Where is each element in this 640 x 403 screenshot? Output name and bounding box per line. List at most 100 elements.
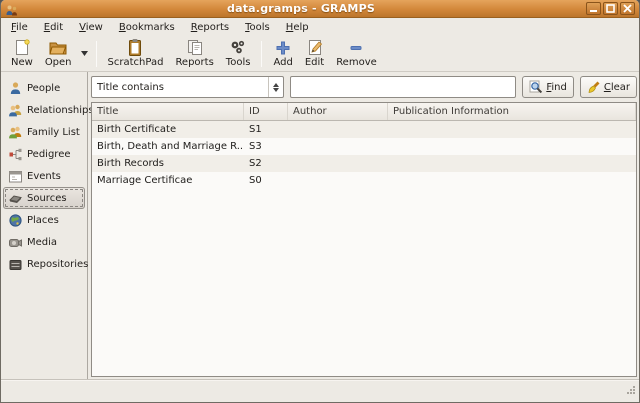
gears-icon — [228, 38, 248, 57]
sidebar-label: Repositories — [27, 259, 88, 270]
find-icon — [529, 80, 543, 94]
sidebar-label: Pedigree — [27, 149, 71, 160]
gramps-app-icon — [5, 2, 18, 15]
sidebar-item-events[interactable]: Events — [3, 165, 85, 187]
sidebar-item-people[interactable]: People — [3, 77, 85, 99]
plus-icon — [275, 38, 291, 57]
resize-grip-icon — [625, 384, 636, 395]
two-people-icon — [8, 103, 23, 118]
sidebar-item-relationships[interactable]: Relationships — [3, 99, 85, 121]
column-header-id[interactable]: ID — [244, 103, 288, 120]
chevron-down-icon — [81, 51, 88, 56]
new-document-icon — [12, 38, 32, 57]
clear-broom-icon — [587, 80, 601, 94]
globe-icon — [8, 213, 23, 228]
sources-table: Title ID Author Publication Information … — [91, 102, 637, 377]
combo-spinner[interactable] — [268, 77, 283, 97]
filter-bar: Title contains Find — [91, 76, 637, 98]
table-header: Title ID Author Publication Information — [92, 103, 636, 121]
edit-pencil-icon — [306, 38, 324, 57]
sidebar-item-media[interactable]: Media — [3, 231, 85, 253]
pedigree-tree-icon — [8, 147, 23, 162]
menubar: File Edit View Bookmarks Reports Tools H… — [1, 18, 639, 37]
cell-title: Birth Records — [92, 155, 244, 172]
cell-author — [288, 172, 388, 189]
tools-button[interactable]: Tools — [220, 38, 257, 70]
filter-select-value: Title contains — [92, 77, 268, 97]
sidebar-label: Places — [27, 215, 59, 226]
cell-title: Birth, Death and Marriage R... — [92, 138, 244, 155]
minimize-button[interactable] — [586, 2, 601, 15]
sidebar-label: People — [27, 83, 60, 94]
resize-grip[interactable] — [625, 380, 636, 399]
menu-reports[interactable]: Reports — [183, 18, 237, 37]
menu-bookmarks[interactable]: Bookmarks — [111, 18, 183, 37]
maximize-button[interactable] — [603, 2, 618, 15]
toolbar-separator — [261, 41, 262, 67]
open-menu-button[interactable] — [78, 39, 91, 69]
cell-publication — [388, 138, 636, 155]
clear-button[interactable]: Clear — [580, 76, 637, 98]
close-icon — [623, 4, 632, 13]
spin-down-icon — [273, 88, 279, 92]
cell-title: Birth Certificate — [92, 121, 244, 138]
sidebar-item-family-list[interactable]: Family List — [3, 121, 85, 143]
sidebar: People Relationships Family List Pedigre… — [1, 72, 88, 379]
table-row[interactable]: Birth Records S2 — [92, 155, 636, 172]
open-button[interactable]: Open — [39, 38, 78, 70]
menu-tools[interactable]: Tools — [237, 18, 278, 37]
person-icon — [8, 81, 23, 96]
filter-select[interactable]: Title contains — [91, 76, 284, 98]
statusbar — [1, 379, 639, 402]
sidebar-item-places[interactable]: Places — [3, 209, 85, 231]
content-pane: Title contains Find — [88, 72, 639, 379]
cell-author — [288, 155, 388, 172]
cell-id: S2 — [244, 155, 288, 172]
spin-up-icon — [273, 83, 279, 87]
sidebar-item-pedigree[interactable]: Pedigree — [3, 143, 85, 165]
search-input[interactable] — [290, 76, 516, 98]
sidebar-label: Events — [27, 171, 61, 182]
cell-id: S0 — [244, 172, 288, 189]
main-area: People Relationships Family List Pedigre… — [1, 72, 639, 379]
menu-help[interactable]: Help — [278, 18, 317, 37]
sidebar-label: Sources — [27, 193, 67, 204]
table-row[interactable]: Birth Certificate S1 — [92, 121, 636, 138]
minimize-icon — [589, 4, 598, 13]
cell-id: S3 — [244, 138, 288, 155]
add-button[interactable]: Add — [267, 38, 298, 70]
menu-edit[interactable]: Edit — [36, 18, 71, 37]
calendar-icon — [8, 169, 23, 184]
new-button[interactable]: New — [5, 38, 39, 70]
cell-author — [288, 121, 388, 138]
open-folder-icon — [47, 38, 69, 57]
sidebar-label: Relationships — [27, 105, 94, 116]
menu-file[interactable]: File — [3, 18, 36, 37]
table-row[interactable]: Marriage Certificae S0 — [92, 172, 636, 189]
reports-button[interactable]: Reports — [169, 38, 219, 70]
toolbar: New Open ScratchPad Reports — [1, 37, 639, 72]
sidebar-label: Family List — [27, 127, 80, 138]
edit-button[interactable]: Edit — [299, 38, 330, 70]
sidebar-item-sources[interactable]: Sources — [3, 187, 85, 209]
minus-icon — [348, 38, 364, 57]
menu-view[interactable]: View — [71, 18, 111, 37]
remove-button[interactable]: Remove — [330, 38, 383, 70]
reports-icon — [185, 38, 205, 57]
column-header-title[interactable]: Title — [92, 103, 244, 120]
family-icon — [8, 125, 23, 140]
column-header-publication[interactable]: Publication Information — [388, 103, 636, 120]
table-row[interactable]: Birth, Death and Marriage R... S3 — [92, 138, 636, 155]
cell-title: Marriage Certificae — [92, 172, 244, 189]
cell-author — [288, 138, 388, 155]
column-header-author[interactable]: Author — [288, 103, 388, 120]
sidebar-item-repositories[interactable]: Repositories — [3, 253, 85, 275]
find-button[interactable]: Find — [522, 76, 574, 98]
titlebar[interactable]: data.gramps - GRAMPS — [1, 0, 639, 18]
scratchpad-button[interactable]: ScratchPad — [102, 38, 170, 70]
close-button[interactable] — [620, 2, 635, 15]
cell-publication — [388, 121, 636, 138]
media-icon — [8, 235, 23, 250]
cabinet-icon — [8, 257, 23, 272]
maximize-icon — [606, 4, 615, 13]
